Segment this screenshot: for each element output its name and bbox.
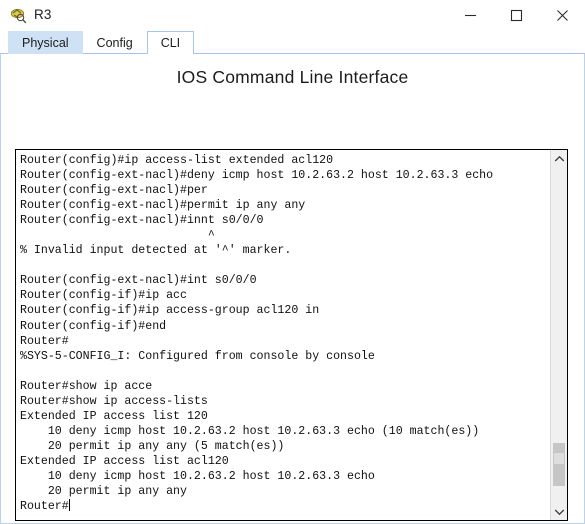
close-button[interactable]: [539, 0, 585, 30]
close-icon: [556, 9, 568, 21]
maximize-button[interactable]: [493, 0, 539, 30]
window-controls: [447, 0, 585, 30]
router-icon: [9, 6, 27, 24]
tab-bar: Physical Config CLI: [0, 30, 585, 55]
tab-config-label: Config: [96, 36, 133, 50]
tab-physical[interactable]: Physical: [8, 31, 83, 54]
terminal-container: Router(config)#ip access-list extended a…: [15, 149, 568, 521]
tab-cli-label: CLI: [160, 36, 181, 50]
chevron-up-icon: [554, 155, 564, 161]
terminal-cursor: [68, 499, 71, 512]
tab-physical-label: Physical: [22, 36, 69, 50]
scrollbar-thumb[interactable]: [553, 442, 565, 487]
cli-panel: IOS Command Line Interface Router(config…: [0, 54, 585, 524]
scrollbar-track[interactable]: [551, 167, 567, 503]
minimize-button[interactable]: [447, 0, 493, 30]
terminal-scrollbar[interactable]: [550, 150, 567, 520]
window-title: R3: [34, 7, 52, 23]
scroll-down-button[interactable]: [551, 503, 567, 520]
minimize-icon: [464, 14, 476, 16]
terminal-text: Router(config)#ip access-list extended a…: [20, 154, 494, 514]
tab-cli[interactable]: CLI: [146, 31, 195, 55]
title-bar: R3: [0, 0, 585, 30]
terminal-output[interactable]: Router(config)#ip access-list extended a…: [16, 150, 550, 520]
tab-config[interactable]: Config: [83, 31, 147, 54]
page-title: IOS Command Line Interface: [176, 67, 409, 87]
maximize-icon: [510, 9, 522, 21]
scroll-up-button[interactable]: [551, 150, 567, 167]
cli-window: R3 Physical Config CLI IOS Command Line …: [0, 0, 585, 524]
chevron-down-icon: [554, 509, 564, 515]
